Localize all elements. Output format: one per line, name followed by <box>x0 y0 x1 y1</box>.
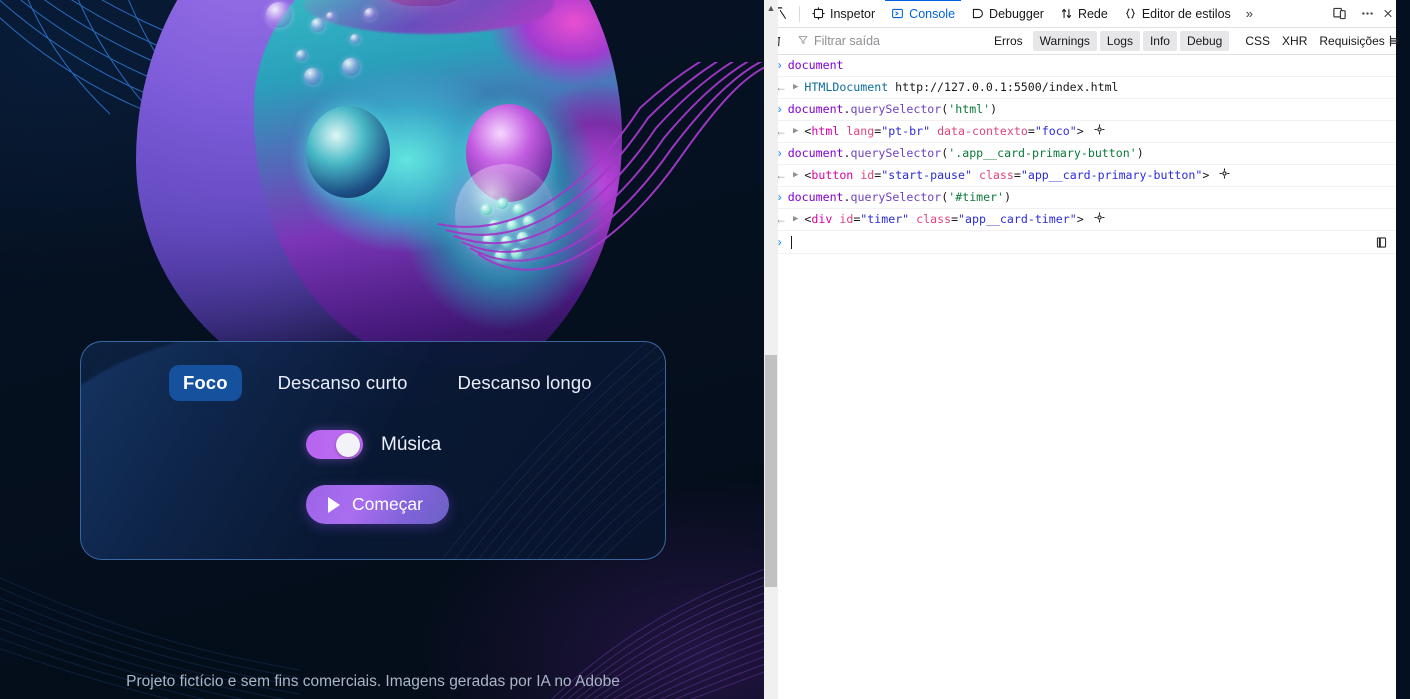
chip-css[interactable]: CSS <box>1243 31 1272 51</box>
expand-triangle-icon[interactable]: ▶ <box>793 212 798 227</box>
music-row: Música <box>81 430 665 459</box>
console-code: <button id="start-pause" class="app__car… <box>804 168 1210 182</box>
webpage-viewport: Foco Descanso curto Descanso longo Músic… <box>0 0 764 699</box>
console-row-output[interactable]: ← ▶ HTMLDocument http://127.0.0.1:5500/i… <box>765 77 1396 99</box>
debugger-icon <box>971 7 984 20</box>
console-row-input[interactable]: » document.querySelector('#timer') <box>765 187 1396 209</box>
toggle-knob <box>336 432 360 457</box>
tab-editor-de-estilos-label: Editor de estilos <box>1141 6 1231 21</box>
inspect-node-icon[interactable] <box>1094 212 1105 227</box>
purple-wave-lines <box>437 62 764 271</box>
tab-foco[interactable]: Foco <box>169 365 242 401</box>
tab-descanso-curto[interactable]: Descanso curto <box>264 365 422 401</box>
tab-descanso-longo[interactable]: Descanso longo <box>444 365 606 401</box>
page-vertical-scrollbar[interactable]: ▲ <box>764 0 778 699</box>
hero-device-left <box>306 106 390 198</box>
context-tabs: Foco Descanso curto Descanso longo <box>81 365 665 401</box>
meatball-menu-icon[interactable] <box>1354 1 1380 27</box>
console-row-input[interactable]: » document <box>765 55 1396 77</box>
chip-info[interactable]: Info <box>1142 31 1177 51</box>
console-code: <div id="timer" class="app__card-timer"> <box>804 212 1084 226</box>
console-code: document.querySelector('html') <box>787 102 998 116</box>
screen: Foco Descanso curto Descanso longo Músic… <box>0 0 1410 699</box>
console-row-input[interactable]: » document.querySelector('.app__card-pri… <box>765 143 1396 165</box>
devtools-panel: Inspetor Console Debugger Rede Editor de… <box>764 0 1399 699</box>
console-icon <box>891 7 904 20</box>
log-level-chips: Erros Warnings Logs Info Debug <box>987 31 1230 51</box>
chip-erros[interactable]: Erros <box>987 31 1030 51</box>
console-input-prompt[interactable]: » <box>765 231 1396 254</box>
text-cursor <box>790 235 792 249</box>
expand-triangle-icon[interactable]: ▶ <box>793 124 798 139</box>
expand-triangle-icon[interactable]: ▶ <box>793 168 798 183</box>
chip-debug[interactable]: Debug <box>1179 31 1230 51</box>
toolbar-overflow-icon[interactable]: » <box>1239 6 1260 21</box>
network-icon <box>1060 7 1073 20</box>
funnel-icon <box>797 34 809 49</box>
pomodoro-card: Foco Descanso curto Descanso longo Músic… <box>80 341 666 560</box>
tab-debugger[interactable]: Debugger <box>963 0 1052 27</box>
close-devtools-icon[interactable] <box>1382 1 1394 27</box>
console-code: document.querySelector('.app__card-prima… <box>787 146 1144 160</box>
tab-inspetor-label: Inspetor <box>830 6 876 21</box>
search-input[interactable] <box>797 34 975 49</box>
tab-inspetor[interactable]: Inspetor <box>804 0 883 27</box>
chip-requisicoes[interactable]: Requisições <box>1317 31 1386 51</box>
console-output[interactable]: » document ← ▶ HTMLDocument http://127.0… <box>765 55 1396 699</box>
tab-editor-de-estilos[interactable]: Editor de estilos <box>1116 0 1239 27</box>
footer-note: Projeto fictício e sem fins comerciais. … <box>126 673 620 690</box>
chip-logs[interactable]: Logs <box>1099 31 1140 51</box>
console-code: <html lang="pt-br" data-contexto="foco"> <box>804 124 1084 138</box>
console-settings-icon[interactable] <box>1387 34 1403 48</box>
console-code: document.querySelector('#timer') <box>787 190 1012 204</box>
style-editor-icon <box>1124 7 1137 20</box>
tab-rede[interactable]: Rede <box>1052 0 1116 27</box>
console-row-input[interactable]: » document.querySelector('html') <box>765 99 1396 121</box>
start-pause-button[interactable]: Começar <box>306 485 449 524</box>
start-row: Começar <box>81 485 665 524</box>
tab-console[interactable]: Console <box>883 0 963 27</box>
scroll-up-arrow-icon[interactable]: ▲ <box>764 0 778 16</box>
play-icon <box>328 496 340 513</box>
toolbar-right-icons <box>1326 1 1396 27</box>
request-type-chips: CSS XHR Requisições <box>1243 31 1386 51</box>
filter-output-field[interactable] <box>814 34 964 48</box>
console-filter-bar: Erros Warnings Logs Info Debug CSS XHR R… <box>765 28 1399 55</box>
tab-debugger-label: Debugger <box>989 6 1044 21</box>
inspector-icon <box>812 7 825 20</box>
chip-warnings[interactable]: Warnings <box>1032 31 1097 51</box>
console-row-output[interactable]: ← ▶ <button id="start-pause" class="app_… <box>765 165 1396 187</box>
start-button-label: Começar <box>352 494 423 514</box>
chip-xhr[interactable]: XHR <box>1280 31 1309 51</box>
tab-rede-label: Rede <box>1077 6 1108 21</box>
inspect-node-icon[interactable] <box>1094 124 1105 139</box>
toolbar-divider <box>799 5 800 22</box>
expand-triangle-icon[interactable]: ▶ <box>793 80 798 95</box>
tab-console-label: Console <box>909 6 956 21</box>
card-content: Foco Descanso curto Descanso longo Músic… <box>81 342 665 524</box>
split-console-editor-icon[interactable] <box>1375 236 1388 249</box>
scrollbar-thumb[interactable] <box>765 355 777 587</box>
music-label: Música <box>381 433 442 455</box>
console-row-output[interactable]: ← ▶ <div id="timer" class="app__card-tim… <box>765 209 1396 231</box>
console-code: HTMLDocument http://127.0.0.1:5500/index… <box>804 80 1119 94</box>
devtools-toolbar: Inspetor Console Debugger Rede Editor de… <box>765 0 1396 28</box>
console-row-output[interactable]: ← ▶ <html lang="pt-br" data-contexto="fo… <box>765 121 1396 143</box>
console-code: document <box>787 58 844 72</box>
inspect-node-icon[interactable] <box>1219 168 1230 183</box>
responsive-design-mode-icon[interactable] <box>1326 1 1352 27</box>
music-toggle[interactable] <box>306 430 363 459</box>
